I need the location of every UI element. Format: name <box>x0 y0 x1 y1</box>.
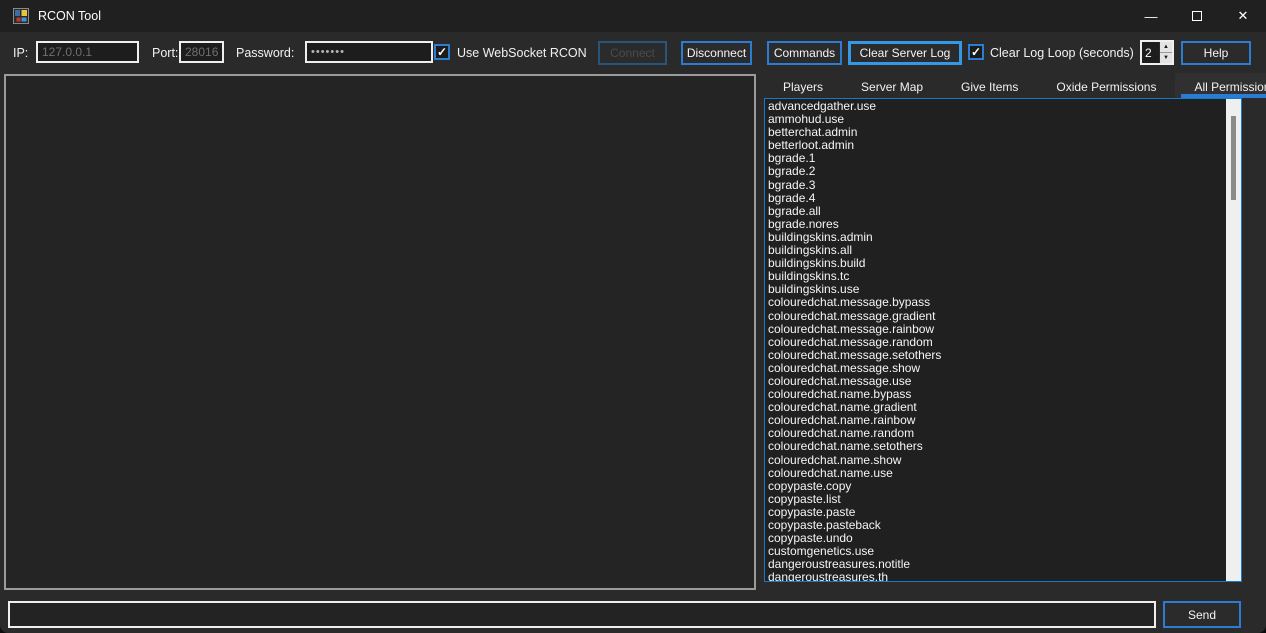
maximize-button[interactable] <box>1174 0 1220 32</box>
server-log-panel[interactable] <box>4 74 756 590</box>
permission-item[interactable]: ammohud.use <box>765 113 1225 126</box>
titlebar: RCON Tool — ✕ <box>0 0 1266 32</box>
permission-item[interactable]: colouredchat.name.gradient <box>765 401 1225 414</box>
permission-item[interactable]: buildingskins.build <box>765 257 1225 270</box>
scrollbar[interactable] <box>1226 99 1241 581</box>
permission-item[interactable]: colouredchat.message.bypass <box>765 296 1225 309</box>
scrollbar-thumb[interactable] <box>1231 116 1236 200</box>
app-icon <box>13 8 29 24</box>
permission-item[interactable]: bgrade.1 <box>765 152 1225 165</box>
help-button[interactable]: Help <box>1181 41 1251 65</box>
tab-oxide-permissions[interactable]: Oxide Permissions <box>1037 76 1175 98</box>
permission-item[interactable]: betterchat.admin <box>765 126 1225 139</box>
command-input[interactable] <box>8 601 1156 628</box>
commands-button[interactable]: Commands <box>767 41 842 65</box>
permissions-list: advancedgather.useammohud.usebetterchat.… <box>765 100 1225 582</box>
password-input[interactable] <box>305 41 433 63</box>
ip-label: IP: <box>13 46 28 60</box>
ip-input[interactable] <box>36 41 139 63</box>
spinner-up-button[interactable]: ▲ <box>1160 42 1172 53</box>
permission-item[interactable]: copypaste.pasteback <box>765 519 1225 532</box>
minimize-icon: — <box>1145 9 1158 24</box>
websocket-checkbox[interactable]: ✓ <box>434 44 450 60</box>
permission-item[interactable]: advancedgather.use <box>765 100 1225 113</box>
permission-item[interactable]: copypaste.copy <box>765 480 1225 493</box>
permission-item[interactable]: bgrade.nores <box>765 218 1225 231</box>
permission-item[interactable]: buildingskins.admin <box>765 231 1225 244</box>
permission-item[interactable]: colouredchat.message.use <box>765 375 1225 388</box>
tab-server-map[interactable]: Server Map <box>842 76 942 98</box>
disconnect-button[interactable]: Disconnect <box>681 41 752 65</box>
close-icon: ✕ <box>1238 8 1249 24</box>
permission-item[interactable]: colouredchat.name.show <box>765 454 1225 467</box>
permission-item[interactable]: customgenetics.use <box>765 545 1225 558</box>
port-label: Port: <box>152 46 178 60</box>
permission-item[interactable]: colouredchat.message.rainbow <box>765 323 1225 336</box>
spinner-down-button[interactable]: ▼ <box>1160 53 1172 63</box>
maximize-icon <box>1192 11 1202 21</box>
permission-item[interactable]: colouredchat.message.show <box>765 362 1225 375</box>
tabstrip: PlayersServer MapGive ItemsOxide Permiss… <box>764 76 1242 98</box>
permission-item[interactable]: buildingskins.use <box>765 283 1225 296</box>
permission-item[interactable]: bgrade.4 <box>765 192 1225 205</box>
permission-item[interactable]: dangeroustreasures.notitle <box>765 558 1225 571</box>
send-button[interactable]: Send <box>1163 601 1241 628</box>
window-title: RCON Tool <box>38 9 101 23</box>
permission-item[interactable]: betterloot.admin <box>765 139 1225 152</box>
up-arrow-icon: ▲ <box>1163 44 1169 50</box>
clear-log-loop-checkbox[interactable]: ✓ <box>968 44 984 60</box>
close-button[interactable]: ✕ <box>1220 0 1266 32</box>
permission-item[interactable]: copypaste.list <box>765 493 1225 506</box>
permission-item[interactable]: colouredchat.name.use <box>765 467 1225 480</box>
websocket-checkbox-label[interactable]: Use WebSocket RCON <box>457 46 587 60</box>
permission-item[interactable]: colouredchat.name.bypass <box>765 388 1225 401</box>
down-arrow-icon: ▼ <box>1163 55 1169 61</box>
permission-item[interactable]: dangeroustreasures.th <box>765 571 1225 582</box>
checkmark-icon: ✓ <box>971 46 981 58</box>
port-input[interactable] <box>179 41 224 63</box>
permission-item[interactable]: copypaste.paste <box>765 506 1225 519</box>
loop-seconds-stepper[interactable]: 2 ▲ ▼ <box>1140 40 1174 65</box>
tab-players[interactable]: Players <box>764 76 842 98</box>
connect-button[interactable]: Connect <box>598 41 667 65</box>
password-label: Password: <box>236 46 294 60</box>
checkmark-icon: ✓ <box>437 46 447 58</box>
tab-all-permissions[interactable]: All Permissions <box>1175 73 1266 98</box>
clear-log-loop-label[interactable]: Clear Log Loop (seconds) <box>990 46 1134 60</box>
clear-server-log-button[interactable]: Clear Server Log <box>848 41 962 65</box>
app-window: RCON Tool — ✕ IP: Port: Password: ✓ Use … <box>0 0 1266 633</box>
permission-item[interactable]: colouredchat.message.gradient <box>765 310 1225 323</box>
permission-item[interactable]: buildingskins.all <box>765 244 1225 257</box>
permission-item[interactable]: copypaste.undo <box>765 532 1225 545</box>
permission-item[interactable]: bgrade.2 <box>765 165 1225 178</box>
permission-item[interactable]: buildingskins.tc <box>765 270 1225 283</box>
loop-seconds-value[interactable]: 2 <box>1142 42 1159 63</box>
permission-item[interactable]: bgrade.all <box>765 205 1225 218</box>
permission-item[interactable]: colouredchat.name.random <box>765 427 1225 440</box>
minimize-button[interactable]: — <box>1128 0 1174 32</box>
permission-item[interactable]: colouredchat.name.setothers <box>765 440 1225 453</box>
tab-give-items[interactable]: Give Items <box>942 76 1037 98</box>
permission-item[interactable]: colouredchat.message.setothers <box>765 349 1225 362</box>
permission-item[interactable]: colouredchat.name.rainbow <box>765 414 1225 427</box>
permission-item[interactable]: colouredchat.message.random <box>765 336 1225 349</box>
permissions-listbox[interactable]: advancedgather.useammohud.usebetterchat.… <box>764 98 1242 582</box>
permission-item[interactable]: bgrade.3 <box>765 179 1225 192</box>
